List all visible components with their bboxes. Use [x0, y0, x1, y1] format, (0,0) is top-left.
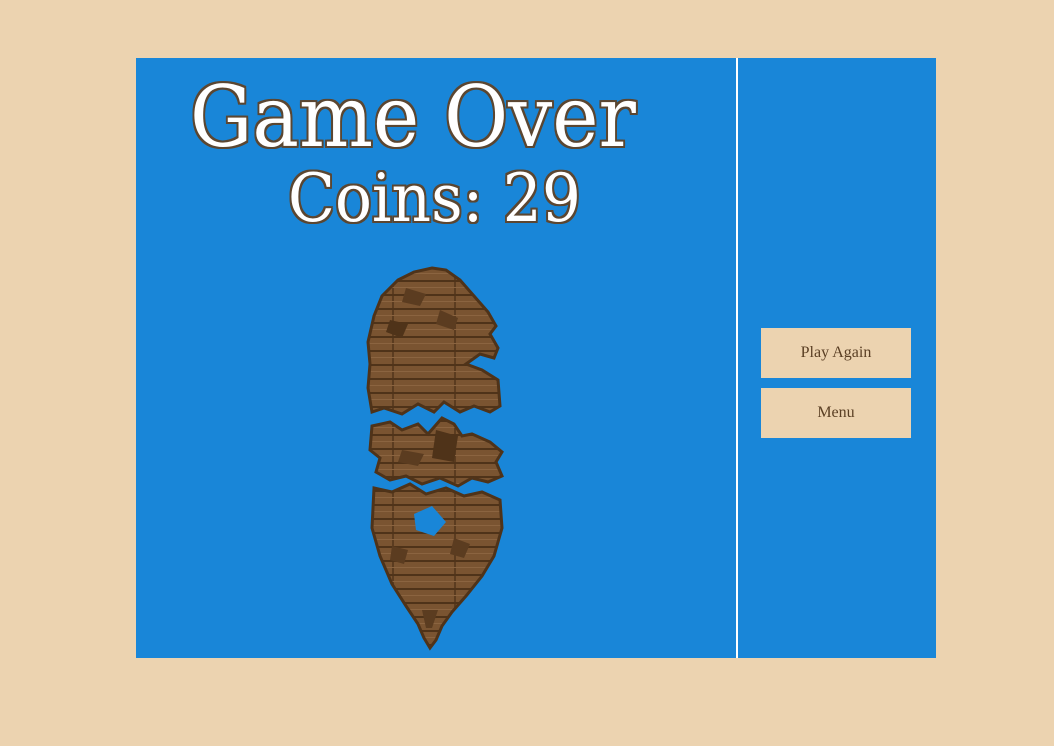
coins-label: Coins: [288, 160, 484, 237]
ship-hull-upper [366, 266, 502, 416]
coins-value: 29 [502, 160, 581, 237]
game-over-title: Game Over [190, 68, 636, 166]
side-menu-panel: Play Again Menu [738, 58, 936, 658]
coins-counter: Coins: 29 [288, 164, 581, 234]
play-again-button[interactable]: Play Again [761, 328, 911, 378]
play-area: Game Over Coins: 29 [136, 58, 736, 658]
menu-button[interactable]: Menu [761, 388, 911, 438]
game-canvas: Game Over Coins: 29 Play Again Menu [136, 58, 936, 658]
wrecked-ship-sprite [366, 266, 504, 651]
ship-hull-lower [370, 482, 504, 651]
